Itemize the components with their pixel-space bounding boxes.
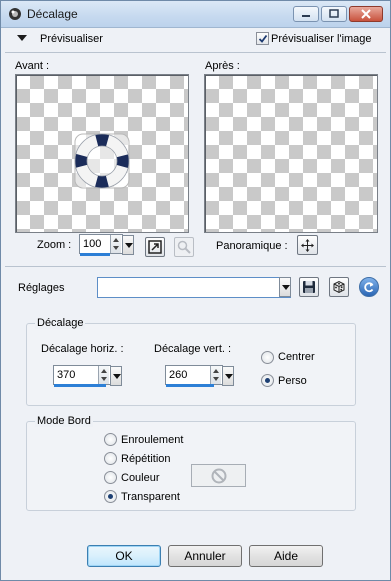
preview-image-checkbox[interactable] (256, 32, 269, 45)
settings-label: Réglages (18, 282, 65, 294)
divider (5, 52, 386, 53)
vert-offset-input[interactable]: 260 (165, 365, 223, 387)
checkmark-icon (258, 34, 268, 43)
vert-offset-dropdown-button[interactable] (222, 366, 234, 386)
preset-dropdown-button[interactable] (279, 277, 291, 297)
preview-image-label[interactable]: Prévisualiser l'image (271, 33, 372, 45)
save-preset-button[interactable] (299, 277, 319, 297)
edge-mode-group-title: Mode Bord (35, 415, 93, 427)
transparent-radio[interactable] (104, 490, 117, 503)
ok-button[interactable]: OK (87, 545, 161, 567)
wrap-radio[interactable] (104, 433, 117, 446)
magnifier-icon (177, 240, 191, 254)
zoom-value: 100 (83, 238, 102, 250)
close-button[interactable] (349, 6, 383, 22)
horiz-offset-value: 370 (57, 369, 76, 381)
zoom-fit-button[interactable] (145, 237, 165, 257)
dice-icon (333, 280, 345, 294)
close-icon (361, 9, 371, 19)
edge-color-swatch[interactable] (191, 464, 246, 487)
vert-offset-progress (166, 384, 214, 387)
preview-toggle-label[interactable]: Prévisualiser (40, 33, 103, 45)
help-button[interactable]: Aide (249, 545, 323, 567)
window-title: Décalage (27, 7, 78, 21)
before-preview[interactable] (15, 74, 189, 233)
after-label: Après : (205, 60, 240, 72)
collapse-preview-icon[interactable] (17, 35, 27, 41)
zoom-fit-icon (148, 240, 162, 254)
repeat-radio[interactable] (104, 452, 117, 465)
center-label[interactable]: Centrer (278, 351, 315, 363)
reset-arrow-icon (364, 282, 374, 293)
minimize-icon (302, 15, 310, 17)
center-radio[interactable] (261, 351, 274, 364)
zoom-dropdown-button[interactable] (122, 235, 134, 255)
pan-arrows-icon (301, 239, 314, 252)
vert-offset-value: 260 (169, 369, 188, 381)
horiz-offset-input[interactable]: 370 (53, 365, 111, 387)
disabled-circle-icon (211, 468, 227, 484)
horiz-offset-label: Décalage horiz. : (41, 343, 124, 355)
zoom-spinner[interactable] (110, 235, 121, 253)
maximize-button[interactable] (321, 6, 347, 22)
preset-select[interactable] (97, 277, 291, 298)
horiz-offset-spinner[interactable] (98, 366, 109, 384)
minimize-button[interactable] (293, 6, 319, 22)
custom-radio[interactable] (261, 374, 274, 387)
repeat-label[interactable]: Répétition (121, 453, 171, 465)
color-label[interactable]: Couleur (121, 472, 160, 484)
save-icon (303, 281, 315, 293)
randomize-button[interactable] (329, 277, 349, 297)
horiz-offset-dropdown-button[interactable] (110, 366, 122, 386)
custom-label[interactable]: Perso (278, 375, 307, 387)
pan-label: Panoramique : (216, 240, 288, 252)
zoom-progress (80, 253, 110, 256)
after-preview[interactable] (204, 74, 378, 233)
offset-group-title: Décalage (35, 317, 86, 329)
cancel-button[interactable]: Annuler (168, 545, 242, 567)
before-label: Avant : (15, 60, 50, 72)
vert-offset-spinner[interactable] (210, 366, 221, 384)
color-radio[interactable] (104, 471, 117, 484)
zoom-input[interactable]: 100 (79, 234, 123, 256)
app-icon (9, 8, 21, 20)
zoom-actual-button[interactable] (174, 237, 194, 257)
offset-dialog: Décalage Prévisualiser Prévisualiser l'i… (0, 0, 391, 581)
maximize-icon (329, 9, 339, 18)
zoom-label: Zoom : (37, 239, 72, 251)
pan-button[interactable] (297, 235, 318, 255)
title-bar[interactable]: Décalage (1, 1, 390, 28)
reset-button[interactable] (359, 277, 379, 297)
transparent-label[interactable]: Transparent (121, 491, 180, 503)
vert-offset-label: Décalage vert. : (154, 343, 232, 355)
wrap-label[interactable]: Enroulement (121, 434, 183, 446)
divider (5, 266, 386, 267)
lifebuoy-image (74, 133, 130, 189)
horiz-offset-progress (54, 384, 106, 387)
